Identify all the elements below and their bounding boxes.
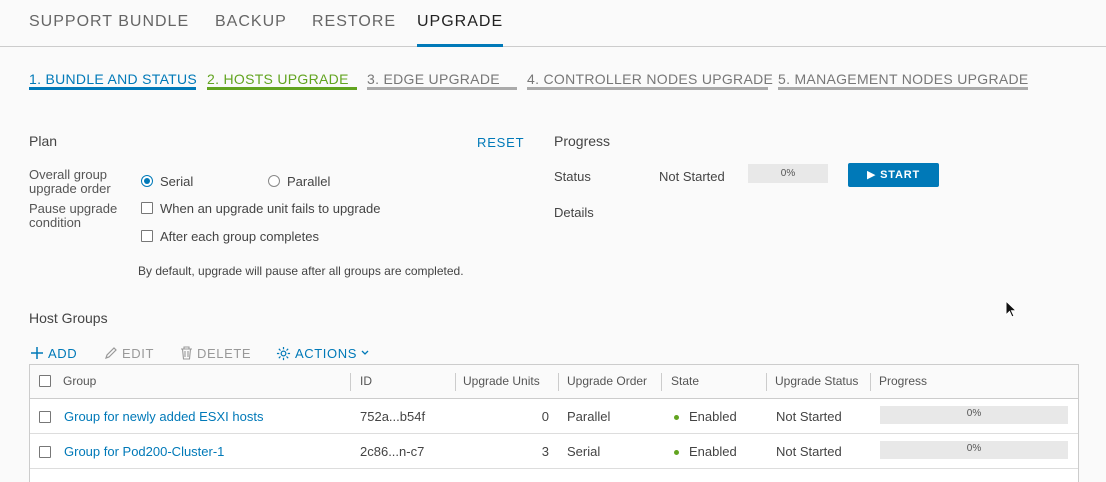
step-controller-nodes-upgrade[interactable]: 4. CONTROLLER NODES UPGRADE bbox=[527, 71, 773, 90]
upgrade-order: Serial bbox=[567, 444, 601, 459]
pencil-icon bbox=[105, 347, 117, 359]
delete-button[interactable]: DELETE bbox=[180, 344, 251, 362]
column-header-upgrade-status[interactable]: Upgrade Status bbox=[775, 374, 858, 388]
upgrade-status: Not Started bbox=[776, 409, 842, 424]
delete-label: DELETE bbox=[197, 345, 252, 361]
group-name-link[interactable]: Group for newly added ESXI hosts bbox=[64, 409, 263, 424]
tab-restore[interactable]: RESTORE bbox=[312, 13, 396, 46]
group-id: 752a...b54f bbox=[360, 409, 426, 424]
add-label: ADD bbox=[48, 345, 78, 361]
row-checkbox[interactable] bbox=[39, 411, 51, 423]
table-header: Group ID Upgrade Units Upgrade Order Sta… bbox=[30, 365, 1078, 399]
column-header-id[interactable]: ID bbox=[360, 374, 372, 388]
host-groups-title: Host Groups bbox=[29, 310, 108, 326]
table-row[interactable]: Group for Pod200-Cluster-1 2c86...n-c7 3… bbox=[30, 434, 1078, 469]
start-button[interactable]: ▶ START bbox=[848, 163, 939, 187]
overall-progress-bar: 0% bbox=[748, 164, 828, 183]
pause-after-group-label: After each group completes bbox=[160, 229, 319, 244]
column-separator[interactable] bbox=[766, 373, 767, 391]
state-value: Enabled bbox=[689, 444, 737, 459]
tab-support-bundle[interactable]: SUPPORT BUNDLE bbox=[29, 13, 189, 46]
column-header-upgrade-units[interactable]: Upgrade Units bbox=[463, 374, 540, 388]
plan-title: Plan bbox=[29, 133, 58, 149]
details-label: Details bbox=[554, 205, 594, 220]
column-header-state[interactable]: State bbox=[671, 374, 699, 388]
table-row[interactable]: Group for newly added ESXI hosts 752a...… bbox=[30, 399, 1078, 434]
upgrade-order: Parallel bbox=[567, 409, 611, 424]
column-separator[interactable] bbox=[558, 373, 559, 391]
plus-icon bbox=[31, 347, 43, 359]
parallel-label: Parallel bbox=[287, 174, 331, 189]
actions-button[interactable]: ACTIONS bbox=[276, 344, 369, 362]
status-dot-icon bbox=[674, 415, 679, 420]
reset-button[interactable]: RESET bbox=[477, 135, 524, 150]
top-tab-bar: SUPPORT BUNDLE BACKUP RESTORE UPGRADE bbox=[0, 0, 1106, 47]
group-id: 2c86...n-c7 bbox=[360, 444, 425, 459]
tab-backup[interactable]: BACKUP bbox=[215, 13, 287, 46]
column-header-progress[interactable]: Progress bbox=[879, 374, 927, 388]
pause-on-fail-checkbox[interactable] bbox=[141, 202, 153, 214]
add-button[interactable]: ADD bbox=[30, 344, 77, 362]
row-progress-bar: 0% bbox=[880, 406, 1068, 424]
step-bundle-and-status[interactable]: 1. BUNDLE AND STATUS bbox=[29, 71, 197, 90]
step-hosts-upgrade[interactable]: 2. HOSTS UPGRADE bbox=[207, 71, 357, 90]
column-separator[interactable] bbox=[661, 373, 662, 391]
status-label: Status bbox=[554, 169, 591, 184]
pause-after-group-checkbox[interactable] bbox=[141, 230, 153, 242]
host-groups-table: Group ID Upgrade Units Upgrade Order Sta… bbox=[29, 364, 1079, 482]
state-value: Enabled bbox=[689, 409, 737, 424]
actions-label: ACTIONS bbox=[295, 345, 357, 361]
status-dot-icon bbox=[674, 450, 679, 455]
column-separator[interactable] bbox=[455, 373, 456, 391]
upgrade-units: 0 bbox=[541, 409, 549, 424]
chevron-down-icon bbox=[361, 350, 369, 355]
trash-icon bbox=[181, 346, 192, 360]
upgrade-units: 3 bbox=[541, 444, 549, 459]
gear-icon bbox=[276, 346, 291, 360]
parallel-radio[interactable] bbox=[268, 175, 280, 187]
step-edge-upgrade[interactable]: 3. EDGE UPGRADE bbox=[367, 71, 517, 90]
mouse-cursor-icon bbox=[1005, 300, 1017, 318]
select-all-checkbox[interactable] bbox=[39, 375, 51, 387]
serial-radio[interactable] bbox=[141, 175, 153, 187]
column-separator[interactable] bbox=[870, 373, 871, 391]
tab-upgrade[interactable]: UPGRADE bbox=[417, 13, 504, 47]
pause-note: By default, upgrade will pause after all… bbox=[138, 264, 464, 278]
column-header-upgrade-order[interactable]: Upgrade Order bbox=[567, 374, 647, 388]
column-header-group[interactable]: Group bbox=[63, 374, 96, 388]
pause-on-fail-label: When an upgrade unit fails to upgrade bbox=[160, 201, 381, 216]
edit-button[interactable]: EDIT bbox=[104, 344, 154, 362]
edit-label: EDIT bbox=[122, 345, 155, 361]
pause-label: Pause upgrade condition bbox=[29, 201, 118, 230]
serial-label: Serial bbox=[160, 174, 194, 189]
step-management-nodes-upgrade[interactable]: 5. MANAGEMENT NODES UPGRADE bbox=[778, 71, 1028, 90]
order-label: Overall group upgrade order bbox=[29, 167, 111, 196]
upgrade-status: Not Started bbox=[776, 444, 842, 459]
row-checkbox[interactable] bbox=[39, 446, 51, 458]
group-name-link[interactable]: Group for Pod200-Cluster-1 bbox=[64, 444, 224, 459]
column-separator[interactable] bbox=[350, 373, 351, 391]
progress-title: Progress bbox=[554, 133, 611, 149]
status-value: Not Started bbox=[659, 169, 725, 184]
row-progress-bar: 0% bbox=[880, 441, 1068, 459]
